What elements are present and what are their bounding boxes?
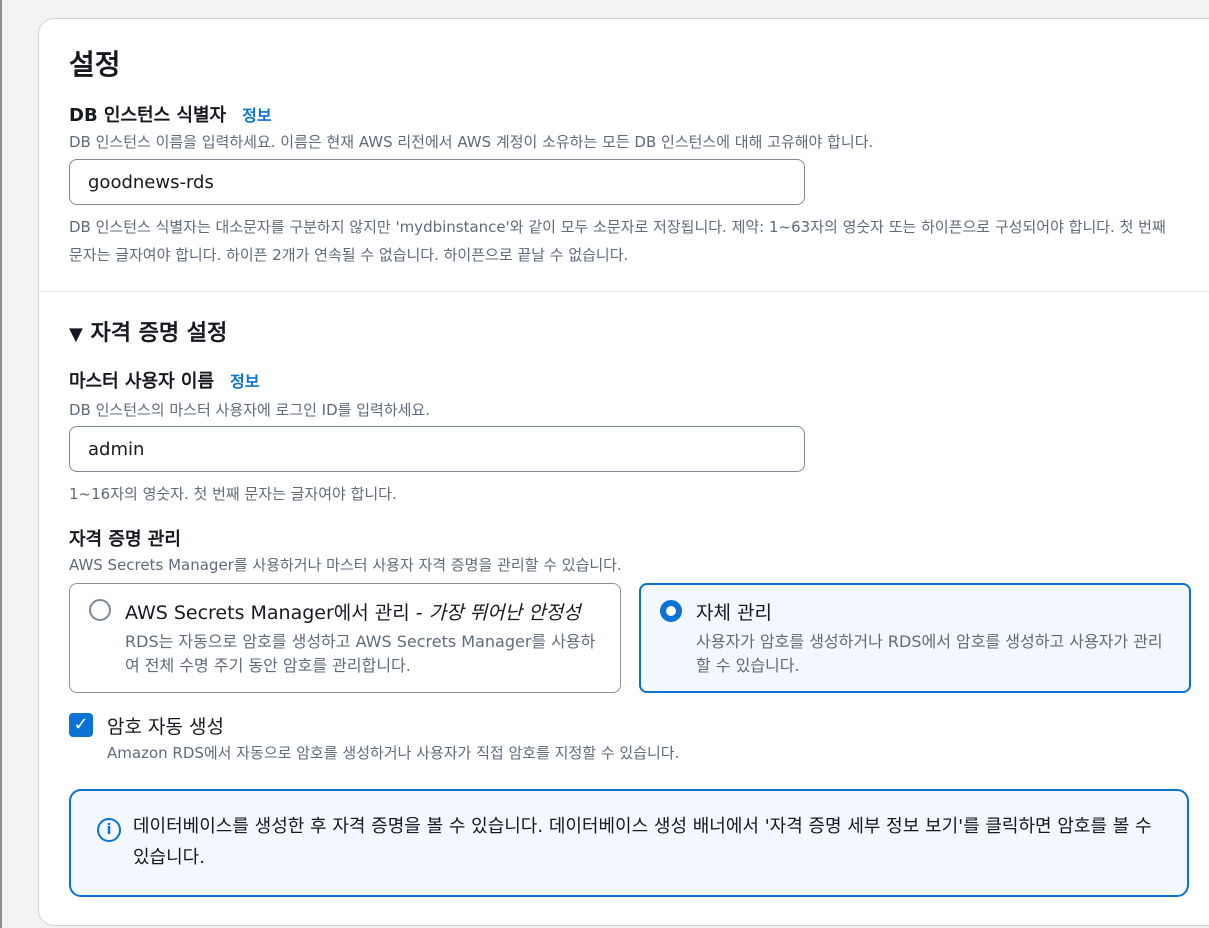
option-secrets-manager-emphasis: 가장 뛰어난 안정성 bbox=[428, 602, 581, 624]
credentials-section-title: 자격 증명 설정 bbox=[90, 321, 228, 346]
section-divider bbox=[39, 291, 1209, 292]
master-username-input[interactable] bbox=[69, 426, 805, 472]
alert-message: 데이터베이스를 생성한 후 자격 증명을 볼 수 있습니다. 데이터베이스 생성… bbox=[133, 816, 1152, 868]
radio-secrets-manager[interactable] bbox=[89, 599, 111, 621]
master-username-label: 마스터 사용자 이름 bbox=[69, 371, 215, 392]
option-self-managed[interactable]: 자체 관리 사용자가 암호를 생성하거나 RDS에서 암호를 생성하고 사용자가… bbox=[639, 583, 1191, 693]
info-icon: i bbox=[97, 818, 121, 842]
auto-generate-description: Amazon RDS에서 자동으로 암호를 생성하거나 사용자가 직접 암호를 … bbox=[107, 744, 680, 762]
db-identifier-label: DB 인스턴스 식별자 bbox=[69, 105, 227, 126]
check-icon: ✓ bbox=[73, 714, 89, 735]
settings-card: 설정 DB 인스턴스 식별자 정보 DB 인스턴스 이름을 입력하세요. 이름은 … bbox=[38, 18, 1209, 926]
master-username-constraint: 1~16자의 영숫자. 첫 번째 문자는 글자여야 합니다. bbox=[69, 485, 397, 503]
master-username-info-link[interactable]: 정보 bbox=[230, 372, 259, 391]
radio-self-managed[interactable] bbox=[660, 600, 682, 622]
page-edge-rule bbox=[0, 0, 2, 928]
option-self-managed-title: 자체 관리 bbox=[696, 602, 772, 624]
option-secrets-manager-title: AWS Secrets Manager에서 관리 - 가장 뛰어난 안정성 bbox=[125, 602, 581, 624]
caret-down-icon: ▼ bbox=[69, 324, 83, 345]
db-identifier-description: DB 인스턴스 이름을 입력하세요. 이름은 현재 AWS 리전에서 AWS 계… bbox=[69, 133, 874, 151]
settings-title: 설정 bbox=[69, 48, 121, 81]
option-secrets-manager[interactable]: AWS Secrets Manager에서 관리 - 가장 뛰어난 안정성 RD… bbox=[69, 583, 621, 693]
credential-management-label: 자격 증명 관리 bbox=[69, 529, 181, 550]
credentials-section-header[interactable]: ▼ 자격 증명 설정 bbox=[69, 315, 227, 347]
master-username-label-row: 마스터 사용자 이름 정보 bbox=[69, 367, 259, 393]
auto-generate-checkbox[interactable]: ✓ bbox=[69, 713, 93, 737]
option-secrets-manager-description: RDS는 자동으로 암호를 생성하고 AWS Secrets Manager를 … bbox=[125, 632, 596, 675]
auto-generate-label[interactable]: 암호 자동 생성 bbox=[107, 712, 224, 739]
option-self-managed-description: 사용자가 암호를 생성하거나 RDS에서 암호를 생성하고 사용자가 관리할 수… bbox=[696, 632, 1163, 675]
master-username-description: DB 인스턴스의 마스터 사용자에 로그인 ID를 입력하세요. bbox=[69, 401, 430, 419]
credential-management-description: AWS Secrets Manager를 사용하거나 마스터 사용자 자격 증명… bbox=[69, 556, 622, 574]
db-identifier-label-row: DB 인스턴스 식별자 정보 bbox=[69, 101, 272, 127]
db-identifier-constraint: DB 인스턴스 식별자는 대소문자를 구분하지 않지만 'mydbinstanc… bbox=[69, 218, 1166, 264]
db-identifier-info-link[interactable]: 정보 bbox=[242, 106, 271, 125]
credentials-info-alert: i 데이터베이스를 생성한 후 자격 증명을 볼 수 있습니다. 데이터베이스 … bbox=[69, 789, 1189, 897]
db-identifier-input[interactable] bbox=[69, 159, 805, 205]
